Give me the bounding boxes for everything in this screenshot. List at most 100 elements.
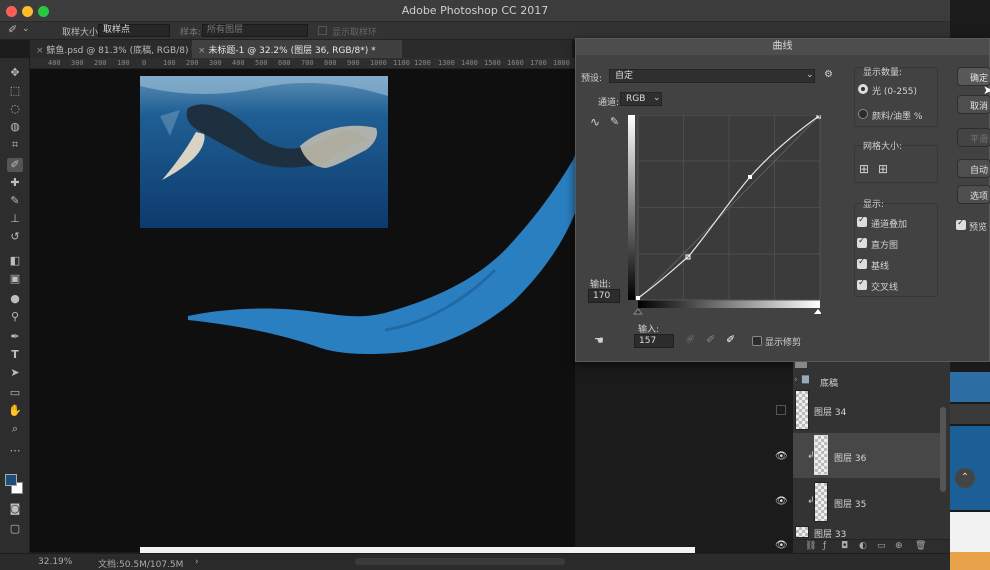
- output-field[interactable]: 170: [588, 289, 620, 303]
- channel-overlays-checkbox[interactable]: [857, 215, 867, 227]
- new-layer-icon[interactable]: ⊕: [895, 541, 903, 551]
- curve-edit-points-icon[interactable]: ∿: [590, 115, 600, 129]
- input-field[interactable]: 157: [634, 334, 674, 348]
- healing-brush-tool-icon[interactable]: ✚: [7, 176, 23, 190]
- status-menu-arrow[interactable]: ›: [195, 557, 199, 567]
- chevron-right-icon[interactable]: ›: [794, 375, 798, 385]
- gear-icon[interactable]: ⚙: [824, 69, 833, 80]
- baseline-checkbox[interactable]: [857, 257, 867, 269]
- dodge-tool-icon[interactable]: ⚲: [7, 310, 23, 324]
- trash-icon[interactable]: 🗑: [915, 541, 926, 551]
- ruler-tick: 1200: [414, 59, 431, 67]
- layer-row[interactable]: 图层 34: [793, 389, 940, 431]
- simple-grid-icon[interactable]: ⊞: [859, 162, 869, 176]
- hand-tool-icon[interactable]: ✋: [7, 404, 23, 418]
- histogram-checkbox[interactable]: [857, 236, 867, 248]
- auto-button[interactable]: 自动: [957, 159, 990, 178]
- cancel-button[interactable]: 取消: [957, 95, 990, 114]
- path-select-tool-icon[interactable]: ➤: [7, 366, 23, 380]
- close-icon[interactable]: ×: [198, 46, 206, 56]
- options-button[interactable]: 选项: [957, 185, 990, 204]
- stamp-tool-icon[interactable]: ⊥: [7, 212, 23, 226]
- curve-graph[interactable]: [628, 115, 821, 315]
- pencil-icon[interactable]: ✎: [610, 115, 619, 128]
- fx-icon[interactable]: ƒ: [823, 541, 826, 551]
- light-label: 光 (0-255): [872, 87, 918, 97]
- close-icon[interactable]: ×: [36, 46, 44, 56]
- ruler-tick: 600: [278, 59, 291, 67]
- layer-row-selected[interactable]: ↲ 图层 36: [793, 433, 940, 478]
- chevron-down-icon: ⌄: [806, 70, 814, 80]
- show-clipping-checkbox[interactable]: [752, 336, 762, 346]
- document-size: 文档:50.5M/107.5M: [98, 560, 184, 570]
- title-bar: Adobe Photoshop CC 2017: [0, 0, 950, 22]
- history-brush-tool-icon[interactable]: ↺: [7, 230, 23, 244]
- quick-select-tool-icon[interactable]: ◍: [7, 120, 23, 134]
- add-mask-icon[interactable]: ◘: [841, 541, 848, 551]
- layer-thumbnail: [795, 390, 809, 430]
- crop-tool-icon[interactable]: ⌗: [7, 138, 23, 152]
- eye-icon[interactable]: 👁: [775, 540, 788, 551]
- layer-row-partial[interactable]: [793, 362, 940, 372]
- ruler-tick: 100: [163, 59, 176, 67]
- display-amount-label: 显示数量:: [863, 68, 903, 78]
- more-tools-icon[interactable]: ⋯: [7, 444, 23, 458]
- marquee-tool-icon[interactable]: ⬚: [7, 84, 23, 98]
- layer-thumbnail: [795, 526, 809, 538]
- quick-mask-icon[interactable]: ◙: [7, 502, 23, 516]
- smooth-button[interactable]: 平滑: [957, 128, 990, 147]
- horizontal-scrollbar[interactable]: [355, 558, 565, 565]
- eye-icon[interactable]: 👁: [775, 496, 788, 507]
- curves-dialog[interactable]: 曲线 预设: 自定 ⌄ ⚙ 通道: RGB ⌄ ∿ ✎ 输出: 170 输入: …: [575, 38, 990, 362]
- type-tool-icon[interactable]: T: [7, 348, 23, 362]
- foreground-color-swatch[interactable]: [5, 474, 17, 486]
- show-ring-checkbox[interactable]: [318, 26, 327, 35]
- pigment-radio[interactable]: [858, 109, 868, 119]
- layer-thumbnail: [814, 435, 828, 475]
- layer-thumbnail: [795, 362, 807, 368]
- gray-eyedropper-icon[interactable]: ✐: [706, 333, 715, 346]
- pen-tool-icon[interactable]: ✒: [7, 330, 23, 344]
- sample-size-select[interactable]: 取样点: [98, 24, 170, 37]
- target-adjust-icon[interactable]: ☚: [594, 334, 604, 347]
- detailed-grid-icon[interactable]: ⊞: [878, 162, 888, 176]
- blur-tool-icon[interactable]: ●: [7, 292, 23, 306]
- zoom-tool-icon[interactable]: ⌕: [7, 422, 23, 436]
- layer-row[interactable]: ↲ 图层 35: [793, 480, 940, 524]
- layers-footer: ⛓ ƒ ◘ ◐ ▭ ⊕ 🗑: [793, 539, 950, 553]
- eyedropper-tool-icon[interactable]: ✐: [8, 23, 17, 36]
- zoom-level[interactable]: 32.19%: [38, 557, 72, 567]
- curve-point: [748, 175, 752, 179]
- new-group-icon[interactable]: ▭: [877, 541, 886, 551]
- white-eyedropper-icon[interactable]: ✐: [726, 333, 735, 346]
- lasso-tool-icon[interactable]: ◌: [7, 102, 23, 116]
- visibility-toggle-empty[interactable]: [776, 405, 786, 415]
- sample-select[interactable]: 所有图层: [202, 24, 308, 37]
- eraser-tool-icon[interactable]: ◧: [7, 254, 23, 268]
- chevron-down-icon[interactable]: ⌄: [22, 24, 30, 34]
- preview-checkbox[interactable]: [956, 218, 966, 230]
- black-eyedropper-icon[interactable]: ✐: [686, 333, 695, 346]
- adjustment-layer-icon[interactable]: ◐: [859, 541, 867, 551]
- layer-row[interactable]: 图层 33: [793, 525, 940, 540]
- tab-untitled-1[interactable]: × 未标题-1 @ 32.2% (图层 36, RGB/8*) *: [192, 40, 402, 58]
- screen-mode-icon[interactable]: ▢: [7, 522, 23, 536]
- intersection-checkbox[interactable]: [857, 278, 867, 290]
- link-layers-icon[interactable]: ⛓: [805, 541, 816, 551]
- layers-scrollbar[interactable]: [940, 407, 946, 492]
- rectangle-tool-icon[interactable]: ▭: [7, 386, 23, 400]
- ruler-tick: 200: [94, 59, 107, 67]
- light-radio[interactable]: [858, 84, 868, 94]
- move-tool-icon[interactable]: ✥: [7, 66, 23, 80]
- preset-label: 预设:: [581, 74, 603, 84]
- eyedropper-tool-icon[interactable]: ✐: [7, 158, 23, 172]
- eye-icon[interactable]: 👁: [775, 451, 788, 462]
- tab-whale-psd[interactable]: × 鲸鱼.psd @ 81.3% (底稿, RGB/8) *: [30, 40, 196, 58]
- tab-label: 未标题-1 @ 32.2% (图层 36, RGB/8*) *: [208, 46, 376, 56]
- channel-overlays-label: 通道叠加: [871, 220, 908, 230]
- preset-select[interactable]: 自定: [609, 69, 815, 83]
- layer-group-row[interactable]: › ▆ 底稿: [793, 372, 940, 389]
- chevron-up-icon[interactable]: ⌃: [955, 468, 975, 488]
- brush-tool-icon[interactable]: ✎: [7, 194, 23, 208]
- gradient-tool-icon[interactable]: ▣: [7, 272, 23, 286]
